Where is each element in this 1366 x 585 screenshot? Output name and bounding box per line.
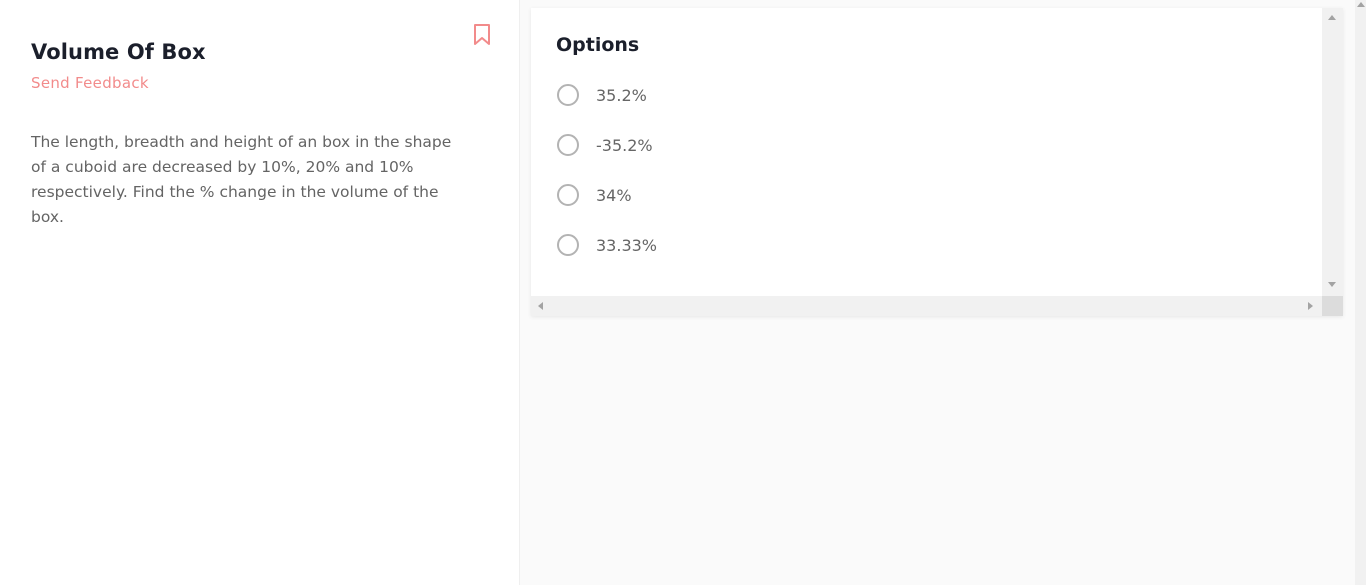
scroll-right-arrow-icon[interactable] xyxy=(1308,302,1313,310)
options-content: Options 35.2% -35.2% 34% 33.33% xyxy=(531,8,1322,296)
option-radio[interactable] xyxy=(557,134,579,156)
option-4[interactable]: 33.33% xyxy=(557,233,657,257)
scroll-up-arrow-icon[interactable] xyxy=(1328,15,1336,20)
question-title: Volume Of Box xyxy=(31,40,206,64)
scroll-down-arrow-icon[interactable] xyxy=(1328,282,1336,287)
option-1[interactable]: 35.2% xyxy=(557,83,647,107)
option-radio[interactable] xyxy=(557,84,579,106)
bookmark-icon[interactable] xyxy=(472,23,492,47)
option-label: 34% xyxy=(596,185,632,205)
scrollbar-corner xyxy=(1322,296,1343,316)
page-vertical-scrollbar[interactable] xyxy=(1355,0,1366,585)
page-scroll-up-arrow-icon[interactable] xyxy=(1357,2,1365,7)
panel-divider xyxy=(519,0,520,585)
options-frame: Options 35.2% -35.2% 34% 33.33% xyxy=(531,8,1343,316)
option-radio[interactable] xyxy=(557,184,579,206)
option-label: 33.33% xyxy=(596,235,658,255)
scroll-left-arrow-icon[interactable] xyxy=(538,302,543,310)
option-label: -35.2% xyxy=(596,135,653,155)
question-text: The length, breadth and height of an box… xyxy=(31,133,452,226)
option-2[interactable]: -35.2% xyxy=(557,133,653,157)
options-heading: Options xyxy=(556,34,640,56)
option-label: 35.2% xyxy=(596,85,647,105)
options-vertical-scrollbar[interactable] xyxy=(1322,8,1343,296)
send-feedback-link[interactable]: Send Feedback xyxy=(31,74,149,92)
options-horizontal-scrollbar[interactable] xyxy=(531,296,1322,316)
question-panel: Volume Of Box Send Feedback The length, … xyxy=(0,0,519,585)
page: Volume Of Box Send Feedback The length, … xyxy=(0,0,1366,585)
option-radio[interactable] xyxy=(557,234,579,256)
option-3[interactable]: 34% xyxy=(557,183,632,207)
